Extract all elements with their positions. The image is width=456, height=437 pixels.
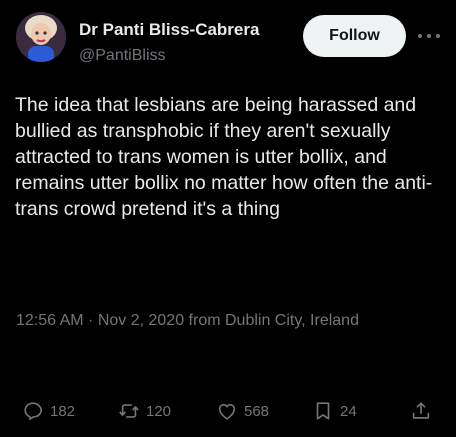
bookmark-icon — [316, 402, 330, 420]
reply-count: 182 — [50, 402, 76, 420]
follow-button[interactable]: Follow — [303, 15, 406, 57]
repost-icon — [119, 404, 139, 418]
tweet-card: Dr Panti Bliss-Cabrera @PantiBliss Follo… — [0, 0, 456, 437]
author-name[interactable]: Dr Panti Bliss-Cabrera — [79, 20, 299, 40]
share-icon — [412, 402, 430, 419]
bookmark-count: 24 — [340, 402, 357, 420]
reply-button[interactable]: 182 — [22, 396, 75, 426]
tweet-text: The idea that lesbians are being harasse… — [15, 94, 433, 220]
reply-icon — [24, 402, 42, 421]
author-handle[interactable]: @PantiBliss — [79, 46, 166, 66]
share-button[interactable] — [410, 396, 432, 426]
more-dot — [427, 34, 431, 38]
bookmark-button[interactable]: 24 — [312, 396, 357, 426]
repost-count: 120 — [146, 402, 172, 420]
like-count: 568 — [244, 402, 270, 420]
tweet-meta[interactable]: 12:56 AM · Nov 2, 2020 from Dublin City,… — [16, 309, 416, 333]
action-bar: 182 120 568 24 — [0, 396, 456, 426]
more-dot — [436, 34, 440, 38]
more-icon[interactable] — [418, 26, 440, 46]
repost-button[interactable]: 120 — [118, 396, 171, 426]
avatar[interactable] — [16, 12, 66, 62]
like-icon — [218, 403, 236, 420]
more-dot — [418, 34, 422, 38]
avatar-image — [16, 12, 66, 62]
like-button[interactable]: 568 — [216, 396, 269, 426]
